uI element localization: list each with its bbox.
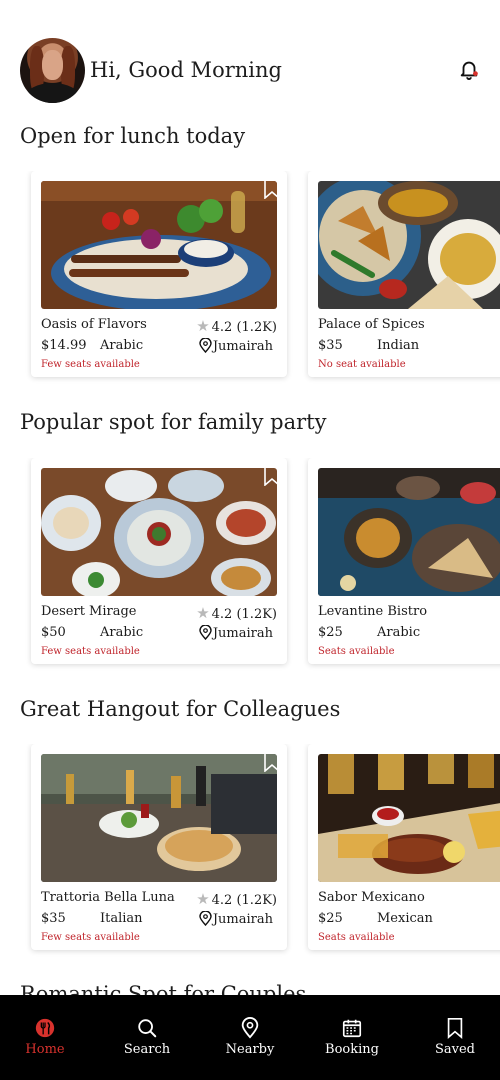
avatar[interactable] [20,38,85,103]
location-pin-icon [199,910,212,927]
restaurant-photo [41,754,277,882]
search-icon [138,1019,157,1038]
notification-bell-icon[interactable] [458,58,480,80]
location: Jumairah [199,910,273,927]
seat-availability: Few seats available [41,646,140,657]
star-icon: ★ [196,317,210,335]
restaurant-photo [318,468,500,596]
restaurant-name: Trattoria Bella Luna [41,890,175,905]
nav-search[interactable]: Search [107,1017,187,1062]
restaurant-name: Levantine Bistro [318,604,428,619]
price: $25 [318,625,343,640]
restaurant-row-family[interactable]: Desert Mirage ★ 4.2 (1.2K) $50 Arabic Jum… [0,458,500,673]
seat-availability: Few seats available [41,932,140,943]
restaurant-card[interactable]: Oasis of Flavors ★ 4.2 (1.2K) $14.99 Arab… [31,171,287,377]
nav-booking-label: Booking [325,1042,379,1057]
restaurant-name: Desert Mirage [41,604,137,619]
seat-availability: Seats available [318,646,395,657]
restaurant-photo [41,468,277,596]
restaurant-name: Sabor Mexicano [318,890,425,905]
restaurant-card[interactable]: Desert Mirage ★ 4.2 (1.2K) $50 Arabic Jum… [31,458,287,664]
bookmark-icon[interactable] [263,464,281,486]
cuisine: Arabic [377,625,421,640]
location-pin-icon [199,337,212,354]
restaurant-card[interactable]: Palace of Spices $35 Indian No seat avai… [308,171,500,377]
restaurant-photo [41,181,277,309]
bookmark-icon [447,1018,463,1039]
cuisine: Indian [377,338,420,353]
cuisine: Italian [100,911,143,926]
nav-search-label: Search [123,1042,171,1057]
location-pin-icon [241,1017,259,1039]
seat-availability: Seats available [318,932,395,943]
section-title-family: Popular spot for family party [20,410,327,434]
restaurant-row-colleagues[interactable]: Trattoria Bella Luna ★ 4.2 (1.2K) $35 Ita… [0,744,500,959]
section-title-colleagues: Great Hangout for Colleagues [20,697,341,721]
star-icon: ★ [196,890,210,908]
nav-booking[interactable]: Booking [312,1017,392,1062]
restaurant-photo [318,181,500,309]
bookmark-icon[interactable] [263,177,281,199]
bottom-nav: Home Search Nearby Booking Saved [0,995,500,1080]
calendar-icon [342,1019,362,1038]
section-title-lunch: Open for lunch today [20,124,246,148]
price: $50 [41,625,66,640]
nav-nearby-label: Nearby [225,1042,275,1057]
price: $35 [318,338,343,353]
cuisine: Arabic [100,625,144,640]
header: Hi, Good Morning [20,38,480,104]
restaurant-row-lunch[interactable]: Oasis of Flavors ★ 4.2 (1.2K) $14.99 Arab… [0,171,500,386]
restaurant-name: Oasis of Flavors [41,317,147,332]
seat-availability: Few seats available [41,359,140,370]
home-icon [35,1018,55,1038]
bookmark-icon[interactable] [263,750,281,772]
cuisine: Mexican [377,911,433,926]
nav-saved-label: Saved [434,1042,475,1057]
nav-home[interactable]: Home [5,1017,85,1062]
restaurant-photo [318,754,500,882]
greeting-text: Hi, Good Morning [90,58,282,82]
restaurant-card[interactable]: Levantine Bistro $25 Arabic Seats availa… [308,458,500,664]
cuisine: Arabic [100,338,144,353]
price: $25 [318,911,343,926]
nav-nearby[interactable]: Nearby [210,1017,290,1062]
rating: ★ 4.2 (1.2K) [196,890,277,908]
location-pin-icon [199,624,212,641]
location: Jumairah [199,624,273,641]
restaurant-card[interactable]: Trattoria Bella Luna ★ 4.2 (1.2K) $35 Ita… [31,744,287,950]
price: $14.99 [41,338,87,353]
star-icon: ★ [196,604,210,622]
rating: ★ 4.2 (1.2K) [196,604,277,622]
rating: ★ 4.2 (1.2K) [196,317,277,335]
restaurant-name: Palace of Spices [318,317,425,332]
restaurant-card[interactable]: Sabor Mexicano $25 Mexican Seats availab… [308,744,500,950]
location: Jumairah [199,337,273,354]
nav-home-label: Home [25,1042,65,1057]
seat-availability: No seat available [318,359,406,370]
price: $35 [41,911,66,926]
nav-saved[interactable]: Saved [415,1017,495,1062]
